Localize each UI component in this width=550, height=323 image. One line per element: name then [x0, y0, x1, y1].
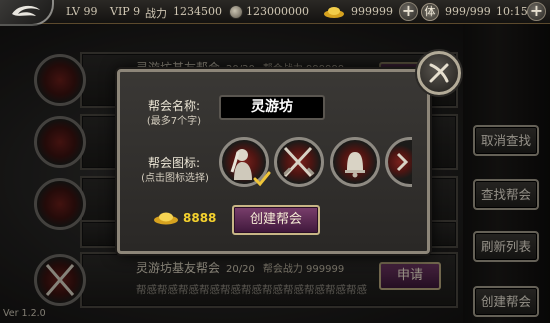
- back-logo-button[interactable]: [0, 0, 54, 26]
- bell-icon: [345, 152, 365, 178]
- power-label: 战力: [145, 7, 167, 20]
- stamina-icon: 体: [421, 3, 439, 21]
- guild-name-input[interactable]: 灵游坊: [219, 95, 325, 120]
- swirl-logo-icon: [12, 5, 40, 16]
- vip-level: VIP 9: [110, 5, 141, 18]
- guild-icon-hint: (点击图标选择): [141, 173, 209, 184]
- clock: 10:15: [496, 5, 528, 18]
- player-level: LV 99: [66, 5, 98, 18]
- top-bar: LV 99 VIP 9 战力 1234500 123000000 999999 …: [0, 0, 550, 26]
- emblem-option-partial[interactable]: [385, 137, 412, 187]
- close-button[interactable]: [417, 51, 461, 95]
- create-cost: 8888: [183, 211, 217, 225]
- emblem-option-bell[interactable]: [330, 137, 380, 187]
- emblem-partial-icon: [396, 152, 409, 172]
- power-value: 1234500: [173, 5, 222, 18]
- add-gold-button[interactable]: +: [399, 2, 418, 21]
- coin-amount: 123000000: [246, 5, 309, 18]
- gold-amount: 999999: [351, 5, 393, 18]
- emblem-option-swords[interactable]: [274, 137, 324, 187]
- guild-name-hint: (最多7个字): [146, 116, 202, 127]
- gold-ingot-icon: [324, 7, 344, 18]
- create-guild-button[interactable]: 创建帮会: [232, 205, 320, 235]
- coin-icon: [229, 5, 243, 19]
- selected-check-icon: [253, 171, 271, 187]
- crossed-swords-icon: [283, 146, 315, 178]
- close-icon: [429, 63, 449, 83]
- gold-ingot-icon: [154, 212, 178, 225]
- stamina-value: 999/999: [445, 5, 491, 18]
- add-stamina-button[interactable]: +: [527, 2, 546, 21]
